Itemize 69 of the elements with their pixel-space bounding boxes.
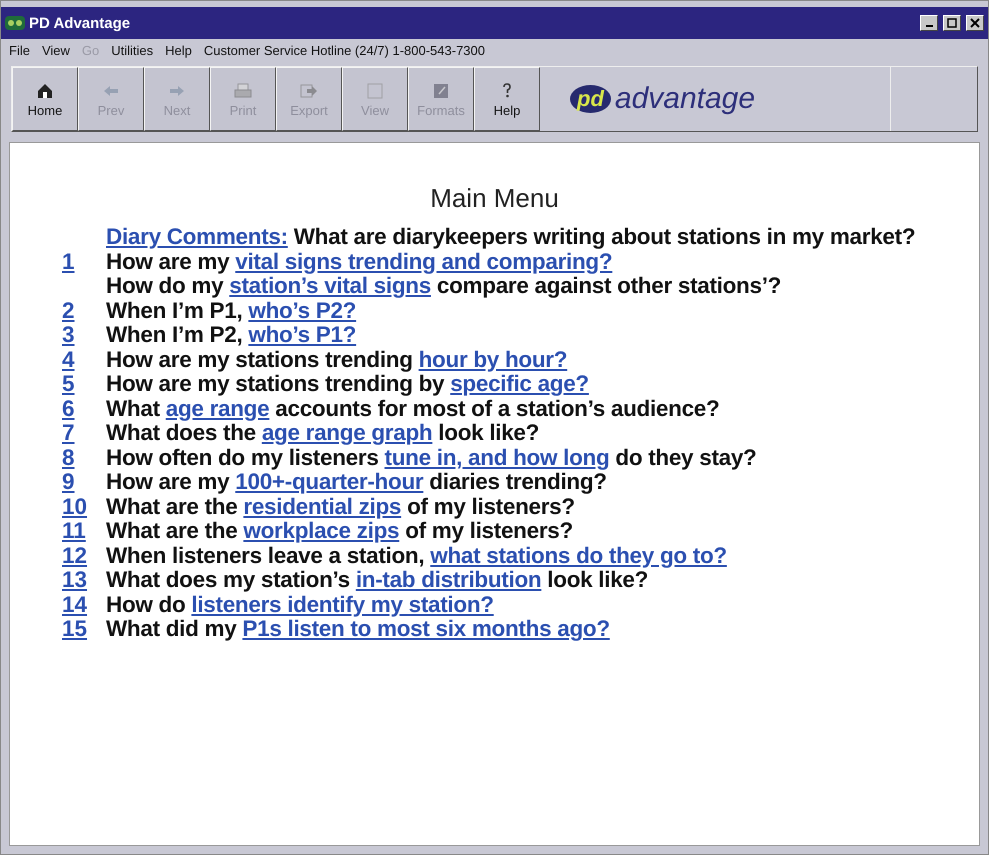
menu-question: How do listeners identify my station?	[106, 592, 495, 618]
menu-question: What are the residential zips of my listeners?	[106, 494, 575, 520]
menu-item[interactable]: Utilities	[111, 43, 154, 58]
print-icon	[233, 80, 253, 100]
question-link[interactable]: specific age?	[450, 371, 589, 396]
minimize-icon	[926, 25, 932, 27]
logo-text: advantage	[614, 82, 756, 116]
window-title: PD Advantage	[29, 14, 132, 32]
question-link[interactable]: 100+-quarter-hour	[235, 469, 424, 494]
menu-question: What are the workplace zips of my listeners?	[106, 518, 574, 544]
menu-item[interactable]: Customer Service Hotline (24/7) 1-800-543-7300	[204, 43, 485, 58]
question-link[interactable]: workplace zips	[243, 518, 400, 543]
menu-question: What age range accounts for most of a station’s audience?	[106, 396, 720, 422]
item-number-link[interactable]: 3	[62, 322, 75, 348]
menu-question: How are my vital signs trending and comparing?	[106, 248, 614, 274]
page-heading: Main Menu	[429, 183, 560, 214]
menu-question: What does my station’s in-tab distribution look like?	[106, 567, 648, 593]
toolbar-button[interactable]: Help	[474, 67, 540, 131]
question-link[interactable]: hour by hour?	[418, 346, 568, 372]
menu-question: What did my P1s listen to most six months ago?	[106, 616, 611, 642]
maximize-button[interactable]	[943, 15, 961, 31]
question-link[interactable]: in-tab distribution	[356, 567, 542, 592]
question-link[interactable]: vital signs trending and comparing?	[235, 248, 612, 274]
item-number-link[interactable]: 5	[62, 371, 75, 397]
question-link[interactable]: Diary Comments:	[106, 224, 288, 249]
menu-question: Diary Comments: What are diarykeepers writing about stations in my market?	[106, 224, 916, 250]
close-icon	[970, 18, 980, 28]
item-number-link[interactable]: 12	[62, 542, 88, 568]
menu-item[interactable]: Help	[165, 43, 192, 58]
close-button[interactable]	[966, 15, 984, 31]
item-number-link[interactable]: 7	[62, 420, 75, 446]
question-link[interactable]: age range	[166, 396, 270, 420]
menu-item[interactable]: File	[9, 43, 30, 58]
question-link[interactable]: who’s P1?	[248, 322, 356, 347]
item-number-link[interactable]: 14	[62, 592, 88, 618]
item-number-link[interactable]: 11	[62, 518, 86, 544]
item-number-link[interactable]: 10	[62, 494, 88, 520]
item-number-link[interactable]: 13	[62, 567, 88, 593]
view-icon	[365, 80, 385, 100]
question-link[interactable]: listeners identify my station?	[191, 592, 494, 616]
menu-question: How are my stations trending hour by hour?	[106, 346, 568, 372]
maximize-icon	[947, 18, 957, 28]
item-number-link[interactable]: 2	[62, 298, 75, 324]
item-number-link[interactable]: 6	[62, 396, 75, 422]
logo-badge: pd	[570, 85, 611, 113]
item-number-link[interactable]: 8	[62, 444, 75, 470]
menu-question: What does the age range graph look like?	[106, 420, 540, 446]
toolbar-button[interactable]: Home	[12, 67, 78, 131]
menu-question: When I’m P1, who’s P2?	[106, 298, 358, 324]
question-link[interactable]: tune in, and how long	[384, 444, 610, 470]
menu-question: How are my 100+-quarter-hour diaries trending?	[106, 469, 607, 495]
minimize-button[interactable]	[920, 15, 938, 31]
question-link[interactable]: station’s vital signs	[229, 273, 431, 298]
question-link[interactable]: what stations do they go to?	[430, 542, 727, 568]
question-link[interactable]: age range graph	[262, 420, 432, 445]
menu-question: How are my stations trending by specific age?	[106, 371, 590, 397]
item-number-link[interactable]: 15	[62, 616, 88, 642]
question-link[interactable]: P1s listen to most six months ago?	[242, 616, 610, 641]
menu-question: When listeners leave a station, what stations do they go to?	[106, 542, 728, 568]
menu-question: How often do my listeners tune in, and how long do they stay?	[106, 444, 758, 470]
question-link[interactable]: residential zips	[243, 494, 402, 518]
item-number-link[interactable]: 4	[62, 346, 75, 372]
menu-question: How do my station’s vital signs compare against other stations’?	[106, 273, 782, 299]
menu-item[interactable]: View	[42, 43, 70, 58]
menu-question: When I’m P2, who’s P1?	[106, 322, 358, 348]
item-number-link[interactable]: 9	[62, 469, 75, 495]
app-icon	[5, 16, 25, 30]
item-number-link[interactable]: 1	[62, 248, 75, 274]
question-link[interactable]: who’s P2?	[248, 298, 356, 322]
